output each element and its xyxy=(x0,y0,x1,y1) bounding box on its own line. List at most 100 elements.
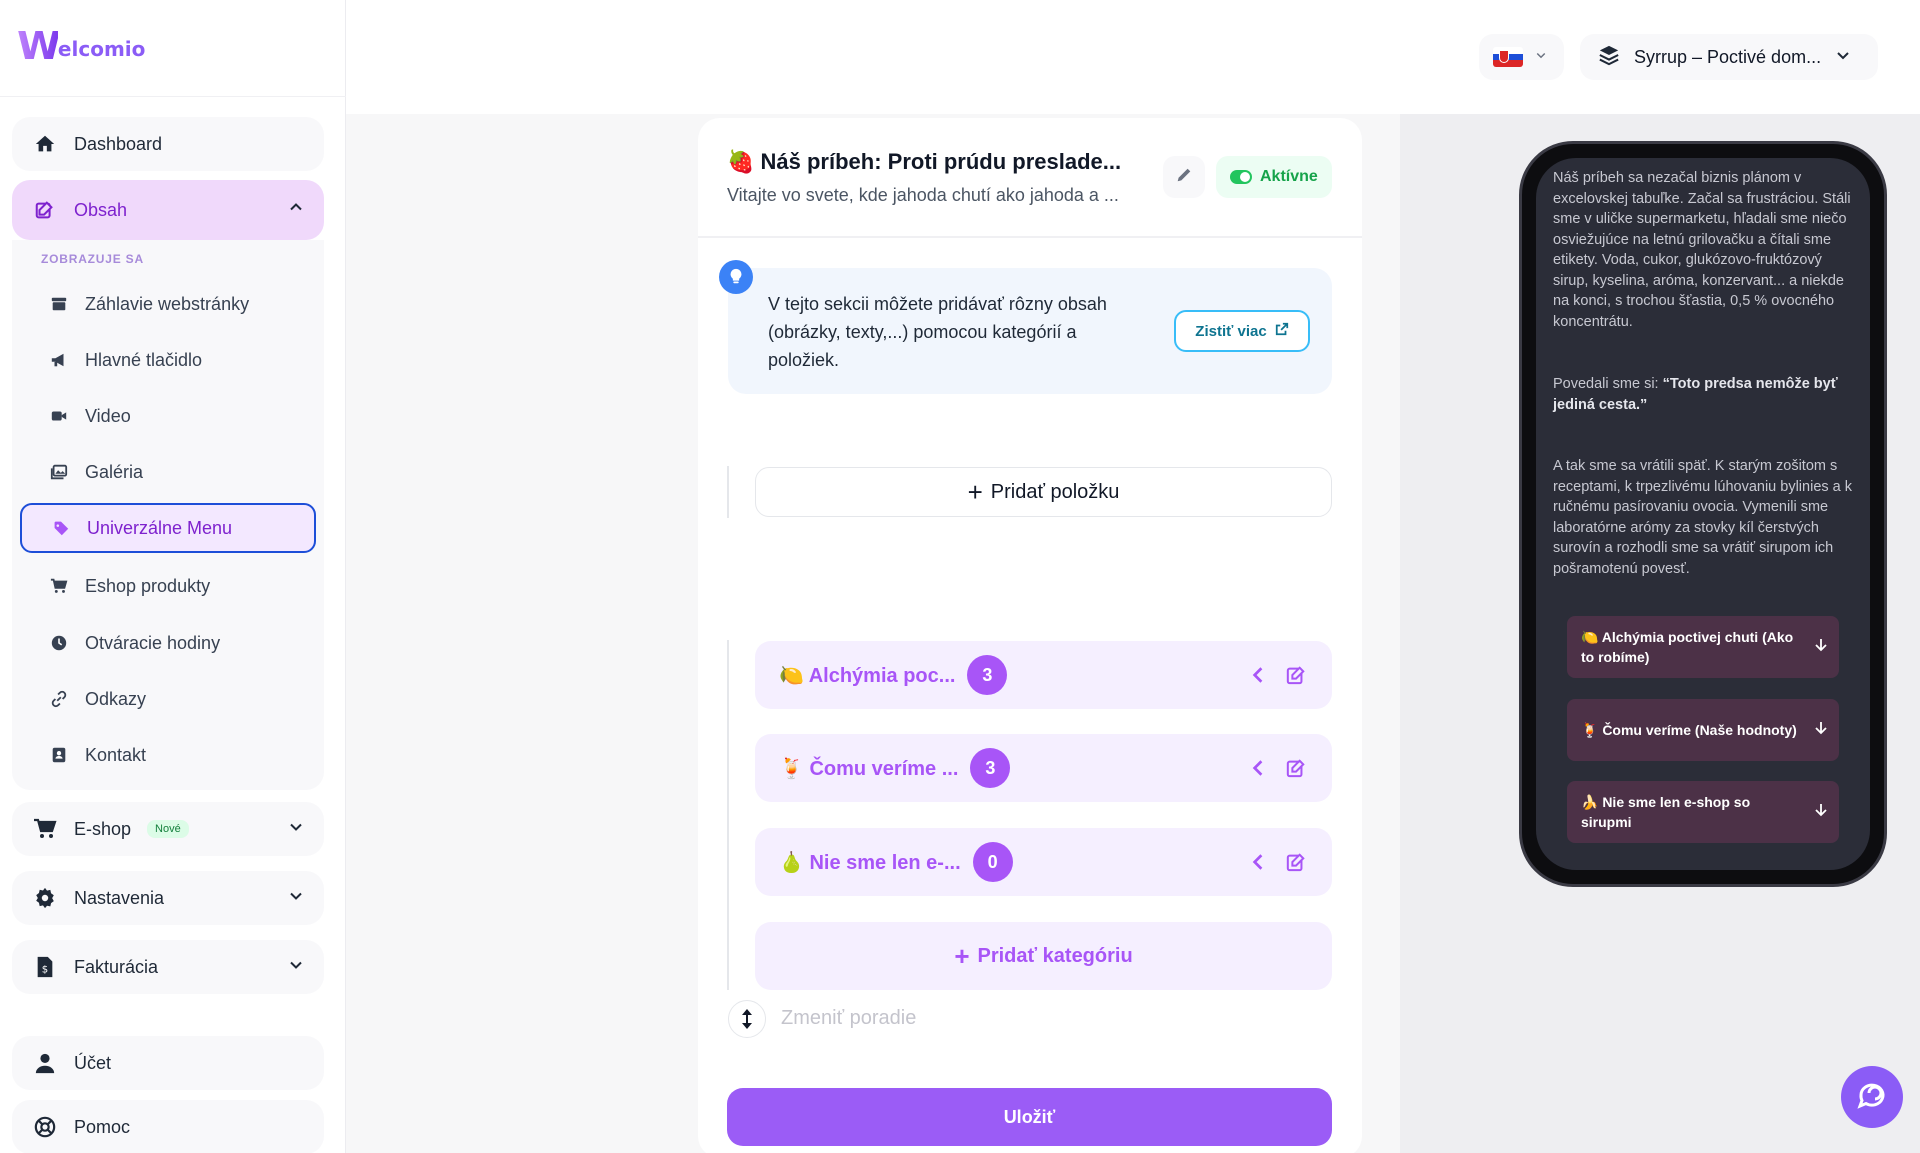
layers-icon xyxy=(1598,44,1620,71)
sidebar-item-account[interactable]: Účet xyxy=(12,1036,324,1090)
site-selector[interactable]: Syrrup – Poctivé dom... xyxy=(1580,34,1878,80)
phone-preview-screen: Náš príbeh sa nezačal biznis plánom v ex… xyxy=(1536,158,1870,870)
chevron-down-icon xyxy=(288,888,304,909)
category-row[interactable]: 🍋 Alchýmia poc... 3 xyxy=(755,641,1332,709)
status-label: Aktívne xyxy=(1260,168,1318,185)
chevron-left-icon[interactable] xyxy=(1244,661,1272,689)
sidebar-item-label: Účet xyxy=(74,1052,112,1073)
new-badge: Nové xyxy=(147,820,189,838)
add-item-button[interactable]: + Pridať položku xyxy=(755,467,1332,517)
contact-card-icon xyxy=(49,745,69,765)
sidebar-item-label: Pomoc xyxy=(74,1116,131,1137)
gear-icon xyxy=(32,885,58,911)
logo-text: elcomio xyxy=(57,37,146,61)
site-selector-label: Syrrup – Poctivé dom... xyxy=(1634,46,1822,67)
sidebar-item-eshop-products[interactable]: Eshop produkty xyxy=(20,561,316,611)
category-count-badge: 0 xyxy=(972,842,1013,882)
chat-bubble-icon xyxy=(1855,1078,1889,1117)
arrow-down-icon xyxy=(1815,720,1827,740)
preview-category-label: 🍌 Nie sme len e-shop so sirupmi xyxy=(1581,794,1751,830)
sidebar-item-header[interactable]: Záhlavie webstránky xyxy=(20,279,316,329)
preview-category-button[interactable]: 🍌 Nie sme len e-shop so sirupmi xyxy=(1567,781,1839,843)
save-button[interactable]: Uložiť xyxy=(727,1088,1332,1146)
megaphone-icon xyxy=(49,350,69,370)
add-category-button[interactable]: + Pridať kategóriu xyxy=(755,922,1332,990)
sidebar-item-label: Nastavenia xyxy=(74,887,165,908)
toggle-switch-icon xyxy=(1230,170,1252,184)
sidebar-item-dashboard[interactable]: Dashboard xyxy=(12,117,324,171)
cart-icon xyxy=(32,816,58,842)
preview-category-button[interactable]: 🍹 Čomu veríme (Naše hodnoty) xyxy=(1567,699,1839,761)
sidebar-item-label: Záhlavie webstránky xyxy=(85,293,250,314)
store-icon xyxy=(49,294,69,314)
category-guide-line xyxy=(727,640,729,990)
chevron-left-icon[interactable] xyxy=(1244,848,1272,876)
learn-more-button[interactable]: Zistiť viac xyxy=(1174,310,1310,352)
chevron-down-icon xyxy=(1835,47,1851,68)
sidebar-item-label: Odkazy xyxy=(85,688,147,709)
chevron-down-icon xyxy=(288,957,304,978)
category-name: 🍐 Nie sme len e-... xyxy=(779,851,961,874)
logo-mark: W xyxy=(17,24,61,68)
sidebar-item-gallery[interactable]: Galéria xyxy=(20,447,316,497)
sidebar-item-label: Otváracie hodiny xyxy=(85,632,221,653)
chevron-up-icon xyxy=(288,200,304,221)
edit-section-button[interactable] xyxy=(1163,156,1205,198)
preview-paragraph: A tak sme sa vrátili späť. K starým zoši… xyxy=(1553,458,1852,577)
sidebar-item-label: Eshop produkty xyxy=(85,575,211,596)
category-name: 🍹 Čomu veríme ... xyxy=(779,757,959,780)
sidebar-item-links[interactable]: Odkazy xyxy=(20,674,316,724)
reorder-icon[interactable] xyxy=(728,1000,766,1038)
svg-text:$: $ xyxy=(42,965,48,976)
sidebar-item-label: Fakturácia xyxy=(74,956,159,977)
tag-icon xyxy=(51,518,71,538)
welcomio-logo[interactable]: W elcomio xyxy=(17,24,146,68)
sidebar-item-label: Galéria xyxy=(85,461,144,482)
sidebar-item-universal-menu[interactable]: Univerzálne Menu xyxy=(20,503,316,553)
plus-icon: + xyxy=(954,941,970,971)
section-subtitle: Vitajte vo svete, kde jahoda chutí ako j… xyxy=(727,185,1119,205)
preview-category-button[interactable]: 🍋 Alchýmia poctivej chuti (Ako to robíme… xyxy=(1567,616,1839,678)
link-icon xyxy=(49,689,69,709)
category-row[interactable]: 🍹 Čomu veríme ... 3 xyxy=(755,734,1332,802)
active-toggle[interactable]: Aktívne xyxy=(1216,156,1332,198)
edit-icon[interactable] xyxy=(1282,848,1310,876)
card-header-divider xyxy=(698,236,1362,238)
images-icon xyxy=(49,462,69,482)
sidebar-item-billing[interactable]: $ Fakturácia xyxy=(12,940,324,994)
sidebar-item-label: Obsah xyxy=(74,199,128,220)
learn-more-label: Zistiť viac xyxy=(1195,322,1267,340)
add-item-label: Pridať položku xyxy=(990,480,1120,503)
sidebar-item-settings[interactable]: Nastavenia xyxy=(12,871,324,925)
edit-icon[interactable] xyxy=(1282,754,1310,782)
sidebar-item-help[interactable]: Pomoc xyxy=(12,1100,324,1153)
sidebar-item-eshop[interactable]: E-shop Nové xyxy=(12,802,324,856)
sidebar-item-content[interactable]: Obsah xyxy=(12,180,324,240)
category-name: 🍋 Alchýmia poc... xyxy=(779,664,956,687)
chat-button[interactable] xyxy=(1841,1066,1903,1128)
chevron-left-icon[interactable] xyxy=(1244,754,1272,782)
arrow-down-icon xyxy=(1815,802,1827,822)
home-icon xyxy=(32,131,58,157)
edit-icon[interactable] xyxy=(1282,661,1310,689)
preview-quote-prefix: Povedali sme si: xyxy=(1553,376,1663,392)
sidebar-item-label: Kontakt xyxy=(85,744,147,765)
sidebar-item-main-button[interactable]: Hlavné tlačidlo xyxy=(20,335,316,385)
language-selector[interactable] xyxy=(1479,34,1564,80)
category-row[interactable]: 🍐 Nie sme len e-... 0 xyxy=(755,828,1332,896)
add-category-label: Pridať kategóriu xyxy=(977,944,1133,967)
lightbulb-icon xyxy=(719,260,753,294)
cart-icon xyxy=(49,576,69,596)
sidebar-item-label: E-shop xyxy=(74,818,132,839)
category-count-badge: 3 xyxy=(970,748,1011,788)
sidebar-item-video[interactable]: Video xyxy=(20,391,316,441)
invoice-icon: $ xyxy=(32,954,58,980)
preview-category-label: 🍹 Čomu veríme (Naše hodnoty) xyxy=(1581,722,1797,738)
edit-icon xyxy=(32,197,58,223)
item-guide-line xyxy=(727,466,729,518)
sidebar-item-contact[interactable]: Kontakt xyxy=(20,730,316,780)
reorder-button[interactable]: Zmeniť poradie xyxy=(781,1007,916,1030)
sidebar-item-label: Dashboard xyxy=(74,133,163,154)
sidebar-item-opening-hours[interactable]: Otváracie hodiny xyxy=(20,618,316,668)
category-count-badge: 3 xyxy=(967,655,1008,695)
